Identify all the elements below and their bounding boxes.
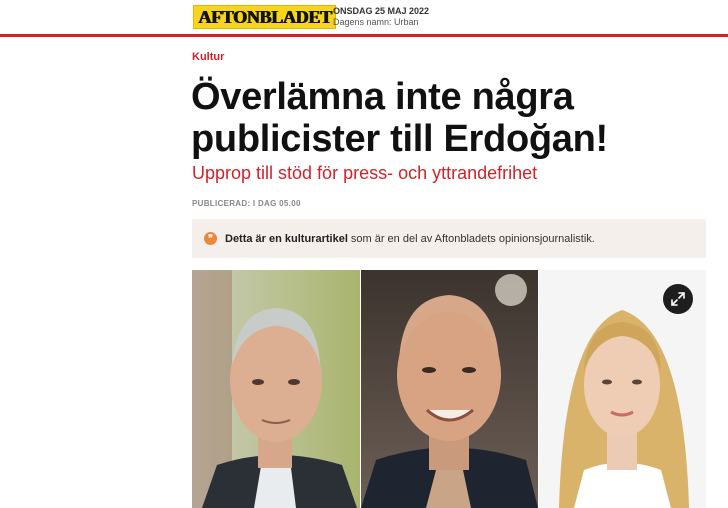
published-time: PUBLICERAD: I DAG 05.00 — [192, 199, 301, 208]
opinion-notice: ❞ Detta är en kulturartikel som är en de… — [192, 219, 706, 258]
portrait-photo-2 — [361, 270, 538, 508]
section-tag[interactable]: Kultur — [192, 51, 224, 63]
site-header: AFTONBLADET ONSDAG 25 MAJ 2022 Dagens na… — [0, 0, 728, 37]
current-date: ONSDAG 25 MAJ 2022 — [333, 6, 430, 16]
notice-bold-text: Detta är en kulturartikel — [225, 232, 348, 245]
logo-text: AFTONBLADET — [198, 7, 332, 27]
portrait-photo-1 — [192, 270, 360, 508]
name-day: Dagens namn: Urban — [333, 17, 419, 27]
article-headline: Överlämna inte några publicister till Er… — [191, 76, 608, 160]
notice-text: som är en del av Aftonbladets opinionsjo… — [350, 232, 595, 245]
dateline: ONSDAG 25 MAJ 2022 Dagens namn: Urban — [333, 6, 429, 28]
quote-icon: ❞ — [204, 232, 217, 245]
article-image[interactable] — [192, 270, 706, 508]
expand-icon — [671, 292, 685, 306]
aftonbladet-logo[interactable]: AFTONBLADET — [193, 5, 337, 29]
expand-image-button[interactable] — [663, 284, 693, 314]
article-subheadline: Upprop till stöd för press- och yttrande… — [192, 163, 538, 183]
